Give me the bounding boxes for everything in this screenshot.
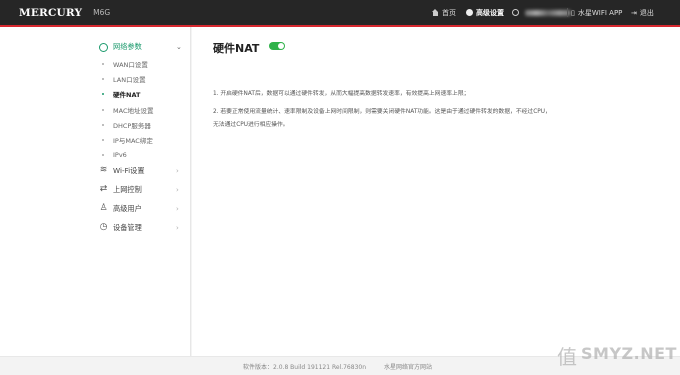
sidebar-group-label: 网络参数 <box>113 42 142 51</box>
chevron-right-icon: › <box>176 167 179 175</box>
watermark: 值 SMYZ.NET <box>555 340 677 375</box>
brand: MERCURY M6G <box>19 7 110 19</box>
page-title: 硬件NAT <box>213 42 260 55</box>
sidebar-item-mac[interactable]: MAC地址设置 <box>102 104 153 116</box>
nav-user[interactable] <box>512 0 571 25</box>
sidebar: 网络参数 ⌄ WAN口设置 LAN口设置 硬件NAT MAC地址设置 DHCP服… <box>0 27 191 356</box>
note-line-2: 2. 若要正常使用流量统计、速率限制及设备上网时间限制，则需要关闭硬件NAT功能… <box>213 109 551 115</box>
nav-advanced-settings[interactable]: 高级设置 <box>466 0 504 25</box>
bullet-icon <box>102 78 104 80</box>
sidebar-item-ipv6[interactable]: IPv6 <box>102 149 127 161</box>
sidebar-item-hardware-nat[interactable]: 硬件NAT <box>102 88 140 100</box>
arrows-icon: ⇄ <box>99 184 108 194</box>
toggle-knob <box>278 43 284 49</box>
brand-logo: MERCURY <box>19 6 83 19</box>
sidebar-group-device-management[interactable]: ◷ 设备管理 › <box>0 220 191 236</box>
chevron-right-icon: › <box>176 205 179 213</box>
sidebar-item-wan[interactable]: WAN口设置 <box>102 58 148 70</box>
user-circle-icon <box>512 9 519 16</box>
sidebar-item-label: LAN口设置 <box>113 76 146 84</box>
main-content: 硬件NAT 1. 开启硬件NAT后，数据可以通过硬件转发，从而大幅提高数据转发速… <box>192 27 680 356</box>
sidebar-item-label: WAN口设置 <box>113 61 148 69</box>
user-icon: ♙ <box>99 203 108 213</box>
sidebar-item-label: IPv6 <box>113 151 127 159</box>
exit-icon: ⇥ <box>631 8 637 17</box>
nav-app-label: 水星WIFI APP <box>577 8 623 17</box>
bullet-icon <box>102 139 104 141</box>
nav-app[interactable]: ▯ 水星WIFI APP <box>571 0 622 25</box>
chevron-right-icon: › <box>176 224 179 232</box>
sidebar-item-dhcp[interactable]: DHCP服务器 <box>102 119 151 131</box>
sidebar-group-label: 上网控制 <box>113 185 142 194</box>
nav-exit[interactable]: ⇥ 退出 <box>631 0 654 25</box>
sidebar-group-wifi[interactable]: ≋ Wi-Fi设置 › <box>0 163 191 179</box>
software-version: 软件版本：2.0.8 Build 191121 Rel.76830n <box>243 364 367 371</box>
settings-icon <box>466 9 473 16</box>
nav-home[interactable]: 首页 <box>432 0 456 25</box>
home-icon <box>432 9 439 16</box>
nav-advanced-label: 高级设置 <box>476 8 504 17</box>
watermark-text: SMYZ.NET <box>581 344 677 363</box>
official-site-link[interactable]: 水星网络官方网站 <box>384 362 432 371</box>
nav-home-label: 首页 <box>442 8 456 17</box>
sidebar-group-internet-control[interactable]: ⇄ 上网控制 › <box>0 182 191 198</box>
sidebar-item-label: IP与MAC绑定 <box>113 137 153 145</box>
blurred-username <box>525 9 571 16</box>
bullet-icon <box>102 154 104 156</box>
sidebar-group-advanced-user[interactable]: ♙ 高级用户 › <box>0 201 191 217</box>
globe-icon <box>99 42 108 52</box>
sidebar-item-lan[interactable]: LAN口设置 <box>102 73 146 85</box>
bullet-icon <box>102 124 104 126</box>
bullet-icon <box>102 63 104 65</box>
note-line-3: 无法通过CPU进行相应操作。 <box>213 122 289 128</box>
watermark-logo: 值 <box>557 345 577 369</box>
sidebar-group-label: 设备管理 <box>113 223 142 232</box>
sidebar-item-label: DHCP服务器 <box>113 122 151 130</box>
nav-exit-label: 退出 <box>639 8 654 17</box>
note-line-1: 1. 开启硬件NAT后，数据可以通过硬件转发，从而大幅提高数据转发速率，有效提高… <box>213 91 470 97</box>
hardware-nat-toggle[interactable] <box>269 42 285 50</box>
mobile-icon: ▯ <box>571 8 575 17</box>
chevron-down-icon: ⌄ <box>176 43 182 51</box>
chevron-right-icon: › <box>176 186 179 194</box>
bullet-icon <box>102 93 104 95</box>
sidebar-item-label: MAC地址设置 <box>113 107 154 115</box>
sidebar-item-label: 硬件NAT <box>113 91 141 99</box>
sidebar-group-label: Wi-Fi设置 <box>113 166 145 175</box>
wifi-icon: ≋ <box>99 165 108 175</box>
bullet-icon <box>102 109 104 111</box>
model-name: M6G <box>93 8 111 17</box>
clock-icon: ◷ <box>99 222 108 232</box>
sidebar-group-network[interactable]: 网络参数 ⌄ <box>0 39 191 55</box>
sidebar-group-label: 高级用户 <box>113 204 142 213</box>
sidebar-item-ip-mac-binding[interactable]: IP与MAC绑定 <box>102 134 153 146</box>
nav-divider <box>567 8 568 17</box>
